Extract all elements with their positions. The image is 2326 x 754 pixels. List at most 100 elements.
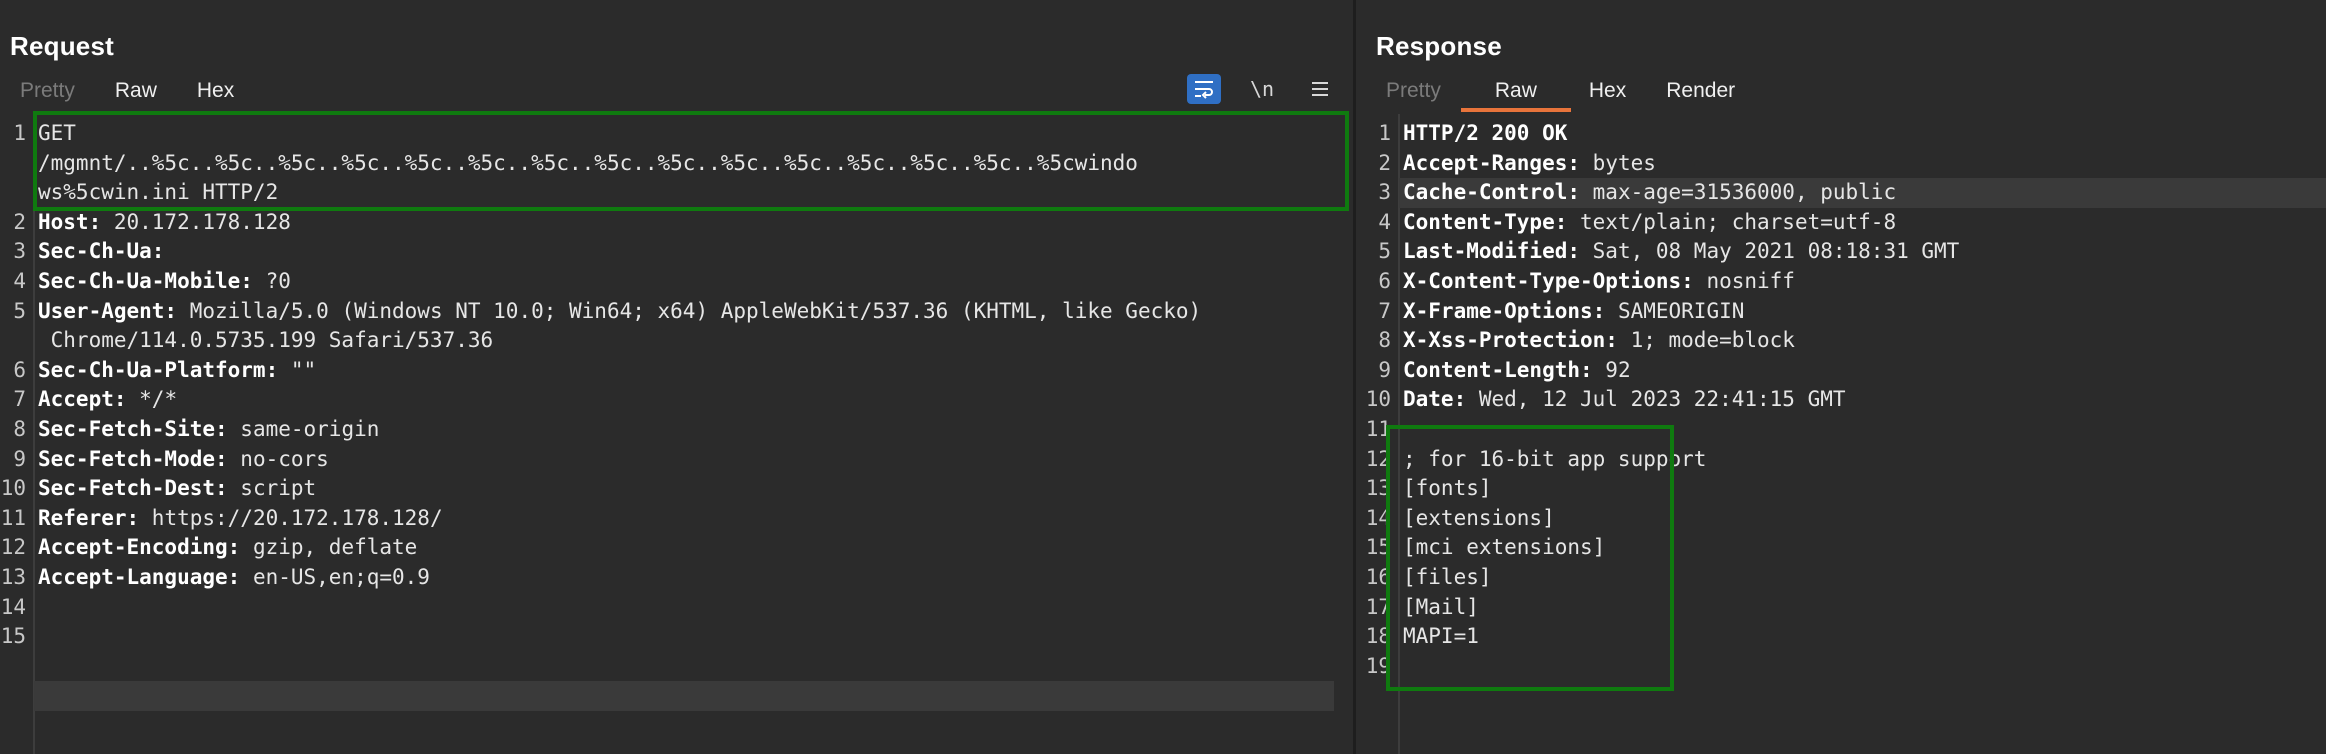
line-number: 2: [13, 209, 26, 234]
header-value: https://20.172.178.128/: [139, 505, 443, 530]
header-name: Referer:: [38, 505, 140, 530]
response-line-7: 7 X-Frame-Options: SAMEORIGIN: [1356, 297, 2326, 327]
header-value: text/plain; charset=utf-8: [1567, 209, 1897, 234]
header-name: User-Agent:: [38, 298, 178, 323]
response-editor[interactable]: 1 HTTP/2 200 OK 2 Accept-Ranges: bytes 3…: [1356, 114, 2326, 754]
header-value: ?0: [252, 268, 291, 293]
header-value: bytes: [1580, 150, 1656, 175]
header-value: SAMEORIGIN: [1605, 298, 1745, 323]
header-name: X-Frame-Options:: [1403, 298, 1606, 323]
request-toolbar: \n: [1187, 74, 1337, 104]
header-name: Sec-Fetch-Site:: [38, 416, 228, 441]
line-number: 9: [13, 446, 26, 471]
wrap-glyph-icon: [1195, 81, 1213, 99]
request-line-6: 6 Sec-Ch-Ua-Platform: "": [0, 356, 1353, 386]
line-number: 8: [1378, 328, 1391, 353]
word-wrap-icon[interactable]: [1187, 74, 1221, 104]
header-name: Sec-Fetch-Mode:: [38, 446, 228, 471]
line-number: 15: [0, 624, 26, 649]
line-number: 7: [13, 387, 26, 412]
request-pane: Request Pretty Raw Hex \n 1 GET /mgmnt/.…: [0, 0, 1353, 754]
line-number: 10: [0, 476, 26, 501]
response-line-3: 3 Cache-Control: max-age=31536000, publi…: [1356, 178, 2326, 208]
request-line-8: 8 Sec-Fetch-Site: same-origin: [0, 415, 1353, 445]
request-tab-hex[interactable]: Hex: [177, 76, 254, 112]
header-value: en-US,en;q=0.9: [240, 564, 430, 589]
header-value: Mozilla/5.0 (Windows NT 10.0; Win64; x64…: [50, 298, 1202, 353]
header-name: Sec-Fetch-Dest:: [38, 476, 228, 501]
request-line-2: 2 Host: 20.172.178.128: [0, 208, 1353, 238]
request-tab-raw[interactable]: Raw: [95, 76, 177, 112]
status-line: HTTP/2 200 OK: [1403, 121, 1568, 145]
header-name: Accept-Ranges:: [1403, 150, 1581, 175]
response-pane: Response Pretty Raw Hex Render 1 HTTP/2 …: [1356, 0, 2326, 754]
request-line-5: 5 User-Agent: Mozilla/5.0 (Windows NT 10…: [0, 297, 1353, 356]
line-number: 14: [0, 594, 26, 619]
request-line-highlight-box: [33, 111, 1349, 211]
response-body-highlight-box: [1386, 425, 1674, 691]
request-tabs: Pretty Raw Hex: [0, 76, 254, 114]
header-value: */*: [126, 387, 178, 412]
request-line-15: 15: [0, 622, 1353, 711]
line-number: 11: [0, 505, 26, 530]
header-value: Sat, 08 May 2021 08:18:31 GMT: [1580, 239, 1960, 264]
header-value: nosniff: [1693, 268, 1795, 293]
header-name: Accept-Encoding:: [38, 535, 241, 560]
request-line-12: 12 Accept-Encoding: gzip, deflate: [0, 533, 1353, 563]
line-number: 5: [1378, 239, 1391, 264]
line-number: 5: [13, 298, 26, 323]
hamburger-glyph-icon: [1312, 82, 1328, 96]
response-tab-hex[interactable]: Hex: [1571, 76, 1644, 112]
response-line-10: 10 Date: Wed, 12 Jul 2023 22:41:15 GMT: [1356, 385, 2326, 415]
response-line-5: 5 Last-Modified: Sat, 08 May 2021 08:18:…: [1356, 237, 2326, 267]
line-number: 6: [13, 357, 26, 382]
response-tab-render[interactable]: Render: [1644, 76, 1757, 112]
request-line-14: 14: [0, 593, 1353, 623]
header-value: "": [278, 357, 317, 382]
request-line-7: 7 Accept: */*: [0, 385, 1353, 415]
request-line-13: 13 Accept-Language: en-US,en;q=0.9: [0, 563, 1353, 593]
line-number: 12: [0, 535, 26, 560]
line-number: 4: [1378, 209, 1391, 234]
header-name: Sec-Ch-Ua:: [38, 239, 165, 264]
header-name: Sec-Ch-Ua-Mobile:: [38, 268, 253, 293]
header-name: Last-Modified:: [1403, 239, 1581, 264]
line-number: 10: [1365, 387, 1391, 412]
header-name: Content-Length:: [1403, 357, 1593, 382]
request-tab-pretty[interactable]: Pretty: [0, 76, 95, 112]
line-number: 7: [1378, 298, 1391, 323]
header-value: script: [227, 476, 317, 501]
response-line-8: 8 X-Xss-Protection: 1; mode=block: [1356, 326, 2326, 356]
line-number: 8: [13, 416, 26, 441]
line-number: 3: [13, 239, 26, 264]
request-editor[interactable]: 1 GET /mgmnt/..%5c..%5c..%5c..%5c..%5c..…: [0, 111, 1353, 754]
response-line-4: 4 Content-Type: text/plain; charset=utf-…: [1356, 208, 2326, 238]
line-number: 3: [1378, 180, 1391, 205]
line-number: 13: [0, 564, 26, 589]
response-tabs: Pretty Raw Hex Render: [1356, 76, 1757, 114]
response-tab-pretty[interactable]: Pretty: [1356, 76, 1461, 112]
header-value: 92: [1592, 357, 1631, 382]
header-name: Accept-Language:: [38, 564, 241, 589]
request-title: Request: [10, 31, 114, 61]
line-number: 1: [1378, 121, 1391, 145]
header-value: 20.172.178.128: [101, 209, 291, 234]
request-line-3: 3 Sec-Ch-Ua:: [0, 237, 1353, 267]
header-value: gzip, deflate: [240, 535, 418, 560]
line-number: 1: [13, 121, 26, 145]
response-line-9: 9 Content-Length: 92: [1356, 356, 2326, 386]
header-value: same-origin: [227, 416, 380, 441]
current-line-highlight: [34, 681, 1334, 711]
header-name: Date:: [1403, 387, 1467, 412]
request-line-10: 10 Sec-Fetch-Dest: script: [0, 474, 1353, 504]
header-value: 1; mode=block: [1617, 328, 1795, 353]
response-tab-raw[interactable]: Raw: [1460, 76, 1571, 112]
menu-icon[interactable]: [1303, 74, 1337, 104]
show-newlines-icon[interactable]: \n: [1245, 74, 1279, 104]
header-value: max-age=31536000, public: [1580, 180, 1897, 205]
header-name: Sec-Ch-Ua-Platform:: [38, 357, 279, 382]
line-number: 9: [1378, 357, 1391, 382]
request-line-9: 9 Sec-Fetch-Mode: no-cors: [0, 445, 1353, 475]
header-value: no-cors: [227, 446, 329, 471]
header-name: Host:: [38, 209, 102, 234]
